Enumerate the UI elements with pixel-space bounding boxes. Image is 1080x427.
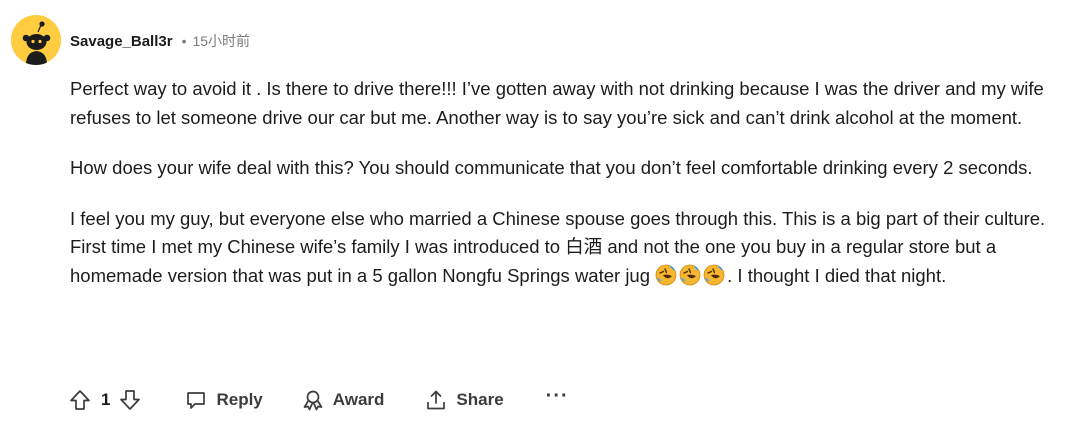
award-button[interactable]: Award — [301, 388, 385, 412]
share-button[interactable]: Share — [424, 388, 504, 412]
paragraph-3-text-end: . I thought I died that night. — [727, 264, 947, 286]
reply-label: Reply — [216, 390, 263, 409]
share-label: Share — [456, 390, 504, 409]
comment-paragraph-2: How does your wife deal with this? You s… — [70, 157, 1033, 178]
share-upload-icon — [427, 390, 446, 410]
more-options-button[interactable]: ··· — [546, 386, 569, 409]
upvote-button[interactable] — [68, 388, 92, 412]
comment-paragraph-3: I feel you my guy, but everyone else who… — [70, 205, 1070, 291]
downvote-button[interactable] — [118, 388, 142, 412]
timestamp[interactable]: 15小时前 — [192, 31, 250, 51]
meta-separator: • — [181, 33, 187, 49]
rolling-laughing-emoji-icon — [703, 264, 725, 286]
snoo-avatar-icon — [11, 15, 61, 65]
downvote-arrow-icon — [120, 390, 141, 410]
avatar[interactable] — [11, 15, 61, 65]
comment-actions: 1 Reply Award Share ··· — [68, 384, 569, 416]
rolling-laughing-emoji-icon — [679, 264, 701, 286]
award-ribbon-icon — [303, 390, 323, 411]
comment-body: Perfect way to avoid it . Is there to dr… — [70, 75, 1070, 312]
comment: Savage_Ball3r • 15小时前 Perfect way to avo… — [0, 0, 1080, 427]
rolling-laughing-emoji-icon — [655, 264, 677, 286]
comment-paragraph-1: Perfect way to avoid it . Is there to dr… — [70, 78, 1044, 128]
upvote-arrow-icon — [70, 390, 90, 410]
reply-button[interactable]: Reply — [184, 388, 263, 412]
speech-bubble-icon — [187, 392, 206, 409]
comment-header: Savage_Ball3r • 15小时前 — [70, 30, 250, 52]
username[interactable]: Savage_Ball3r — [70, 33, 173, 50]
award-label: Award — [332, 390, 385, 409]
vote-count: 1 — [101, 390, 111, 409]
